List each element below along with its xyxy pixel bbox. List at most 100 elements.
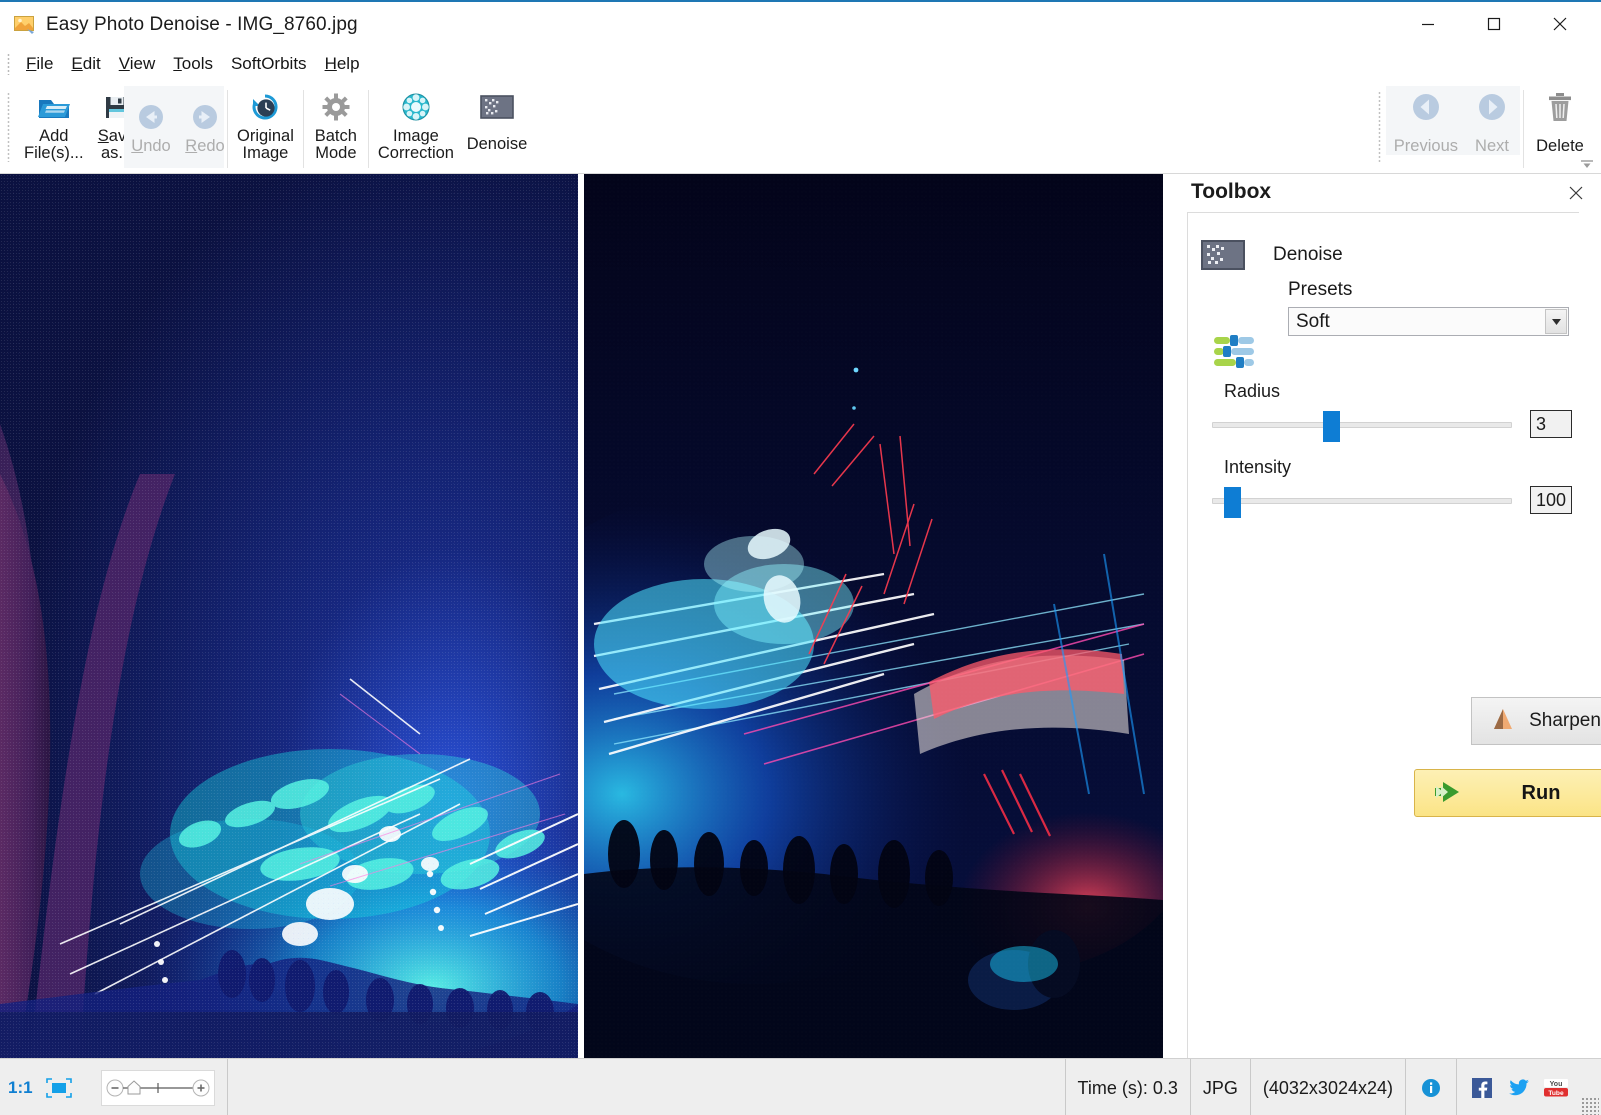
original-image-button[interactable]: Original Image: [231, 86, 300, 163]
redo-label: Redo: [185, 137, 225, 155]
toolbar-drag-grip[interactable]: [7, 92, 10, 162]
info-icon[interactable]: [1418, 1075, 1444, 1101]
resize-grip[interactable]: [1581, 1097, 1599, 1115]
image-noise-grain: [0, 174, 578, 1058]
undo-label: Undo: [131, 137, 171, 155]
intensity-value-field[interactable]: 100: [1530, 486, 1572, 514]
batch-mode-label-line1: Batch: [314, 127, 357, 145]
radius-slider[interactable]: 3: [1212, 410, 1572, 444]
application-window: Easy Photo Denoise - IMG_8760.jpg File E…: [0, 0, 1601, 1115]
batch-mode-button[interactable]: Batch Mode: [307, 86, 365, 163]
open-folder-icon: [37, 90, 71, 124]
original-noisy-preview[interactable]: [0, 174, 578, 1058]
trash-can-icon: [1543, 90, 1577, 124]
toolbox-body: Denoise Presets Soft Radius 3 Intensity …: [1187, 212, 1601, 1058]
zoom-ratio-group: 1:1: [0, 1059, 83, 1115]
menu-drag-grip[interactable]: [7, 53, 10, 75]
svg-text:Tube: Tube: [1548, 1090, 1564, 1097]
zoom-ratio-label[interactable]: 1:1: [8, 1078, 33, 1098]
toolbar: Add File(s)... Save as... Undo Redo Orig…: [0, 80, 1601, 174]
original-image-label-line2: Image: [242, 144, 289, 163]
original-image-label-line1: Original: [237, 127, 294, 145]
active-tool-header: Denoise: [1201, 239, 1343, 271]
previous-button[interactable]: Previous: [1388, 86, 1464, 155]
sharpen-button[interactable]: Sharpen: [1471, 697, 1601, 745]
overflow-chevron-icon[interactable]: [1579, 157, 1595, 171]
run-label: Run: [1521, 781, 1561, 804]
chevron-down-icon[interactable]: [1545, 309, 1567, 334]
status-spacer: [228, 1059, 1066, 1115]
sharpen-triangle-icon: [1490, 706, 1520, 736]
image-correction-button[interactable]: Image Correction: [372, 86, 460, 163]
right-circle-arrow-icon: [1475, 90, 1509, 124]
presets-dropdown[interactable]: Soft: [1288, 307, 1569, 336]
minimize-button[interactable]: [1397, 2, 1459, 46]
radius-slider-track[interactable]: [1212, 422, 1512, 428]
sharpen-label: Sharpen: [1529, 710, 1601, 731]
menu-item-edit[interactable]: Edit: [62, 53, 109, 75]
run-button[interactable]: Run: [1414, 769, 1601, 817]
denoised-result-preview[interactable]: [584, 174, 1163, 1058]
gear-icon: [319, 90, 353, 124]
info-cell: [1406, 1059, 1457, 1115]
toolbox-panel: Toolbox Denoise Presets Soft Radius 3 In…: [1163, 174, 1601, 1058]
facebook-icon[interactable]: [1469, 1075, 1495, 1101]
file-format: JPG: [1191, 1059, 1251, 1115]
next-label: Next: [1475, 137, 1509, 155]
intensity-control: Intensity 100: [1212, 457, 1572, 520]
batch-mode-label-line2: Mode: [315, 144, 357, 163]
intensity-slider-thumb[interactable]: [1224, 487, 1241, 518]
status-bar: 1:1 Time (s): 0.3 JPG (4032x3024x24) You…: [0, 1058, 1601, 1115]
color-wheel-icon: [399, 90, 433, 124]
toolbar-group-tools: Original Image Batch Mode Image Correcti…: [224, 86, 534, 168]
menu-item-softorbits[interactable]: SoftOrbits: [222, 53, 316, 75]
image-correction-label-line1: Image: [392, 127, 439, 145]
nav-group-grip[interactable]: [1377, 91, 1381, 163]
intensity-label: Intensity: [1224, 457, 1292, 477]
social-links: You Tube: [1457, 1059, 1581, 1115]
toolbox-title: Toolbox: [1191, 180, 1272, 203]
undo-button[interactable]: Undo: [124, 86, 178, 155]
toolbar-separator-2: [227, 90, 228, 168]
zoom-slider-cell: [83, 1059, 228, 1115]
denoised-photo: [584, 174, 1163, 1058]
sliders-icon: [1212, 329, 1256, 373]
presets-selected-value: Soft: [1296, 310, 1330, 332]
menu-item-view[interactable]: View: [110, 53, 165, 75]
intensity-slider-track[interactable]: [1212, 498, 1512, 504]
menu-item-help[interactable]: Help: [316, 53, 369, 75]
denoise-icon: [480, 90, 514, 124]
radius-value-field[interactable]: 3: [1530, 410, 1572, 438]
close-button[interactable]: [1529, 2, 1591, 46]
next-button[interactable]: Next: [1464, 86, 1520, 155]
title-bar: Easy Photo Denoise - IMG_8760.jpg: [0, 2, 1601, 48]
redo-arrow-icon: [188, 100, 222, 134]
add-files-button[interactable]: Add File(s)...: [18, 86, 90, 163]
twitter-icon[interactable]: [1506, 1075, 1532, 1101]
denoise-button[interactable]: Denoise: [460, 86, 534, 153]
undo-arrow-icon: [134, 100, 168, 134]
youtube-icon[interactable]: You Tube: [1543, 1075, 1569, 1101]
toolbar-group-navigation: Previous Next Delete: [1374, 86, 1593, 168]
processing-time: Time (s): 0.3: [1066, 1059, 1191, 1115]
menu-item-file[interactable]: File: [17, 53, 62, 75]
intensity-slider[interactable]: 100: [1212, 486, 1572, 520]
active-tool-name: Denoise: [1273, 244, 1343, 265]
delete-button[interactable]: Delete: [1527, 86, 1593, 155]
green-double-arrow-icon: [1431, 780, 1463, 806]
maximize-button[interactable]: [1463, 2, 1525, 46]
close-icon[interactable]: [1563, 180, 1589, 206]
delete-label: Delete: [1536, 137, 1584, 155]
menu-item-tools[interactable]: Tools: [164, 53, 222, 75]
denoise-icon: [1201, 239, 1245, 271]
fit-to-window-icon[interactable]: [43, 1076, 75, 1100]
denoise-label: Denoise: [466, 135, 528, 153]
svg-text:You: You: [1550, 1081, 1563, 1088]
zoom-slider[interactable]: [100, 1070, 215, 1106]
clock-revert-icon: [248, 90, 282, 124]
add-files-label-line1: Add: [39, 127, 69, 145]
radius-label: Radius: [1224, 381, 1281, 401]
radius-slider-thumb[interactable]: [1323, 411, 1340, 442]
menu-bar: File Edit View Tools SoftOrbits Help: [0, 48, 1601, 80]
radius-control: Radius 3: [1212, 381, 1572, 444]
